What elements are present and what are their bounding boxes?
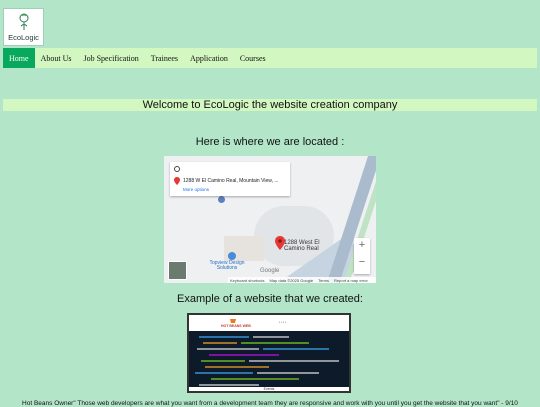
example-heading: Example of a website that we created: [177, 293, 363, 305]
example-site-nav: ▪ ▪ ▪ ▪ [279, 320, 286, 324]
terms-link[interactable]: Terms [318, 278, 329, 283]
testimonial-quote: Hot Beans Owner" Those web developers ar… [22, 400, 518, 407]
example-site-brand: HOT BEANS WEB [221, 324, 251, 328]
nav-courses[interactable]: Courses [234, 48, 272, 68]
example-site-footer: Events [189, 387, 349, 391]
example-site-header: HOT BEANS WEB ▪ ▪ ▪ ▪ [189, 315, 349, 331]
zoom-in-button[interactable]: + [354, 239, 370, 251]
keyboard-shortcuts-link[interactable]: Keyboard shortcuts [230, 278, 264, 283]
business-poi-icon[interactable] [228, 252, 236, 260]
welcome-banner: Welcome to EcoLogic the website creation… [3, 99, 537, 111]
nav-home[interactable]: Home [3, 48, 35, 68]
map-data-text: Map data ©2025 Google [269, 277, 314, 283]
map-address: 1288 W El Camino Real, Mountain View, ..… [183, 178, 279, 184]
nav-about-us[interactable]: About Us [35, 48, 78, 68]
nav-application[interactable]: Application [184, 48, 234, 68]
main-nav: Home About Us Job Specification Trainees… [3, 48, 537, 68]
example-site-logo-icon [230, 319, 236, 323]
map-poi-icon[interactable] [218, 196, 225, 203]
example-website-screenshot: HOT BEANS WEB ▪ ▪ ▪ ▪ Events [187, 313, 351, 393]
zoom-out-button[interactable]: − [354, 256, 370, 268]
poi-label[interactable]: Topview Design Solutions [202, 261, 252, 271]
map-info-card: 1288 W El Camino Real, Mountain View, ..… [170, 162, 290, 196]
logo[interactable]: EcoLogic [3, 8, 44, 46]
more-options-link[interactable]: More options [183, 187, 209, 192]
location-heading: Here is where we are located : [195, 136, 345, 148]
logo-text: EcoLogic [8, 33, 39, 42]
search-icon [174, 166, 180, 172]
google-logo: Google [260, 268, 280, 274]
map-pin-icon [174, 177, 180, 185]
report-error-link[interactable]: Report a map error [334, 278, 368, 283]
nav-trainees[interactable]: Trainees [145, 48, 184, 68]
code-screen-image [189, 331, 349, 387]
map-type-thumbnail[interactable] [168, 261, 187, 280]
pin-label: 1288 West El Camino Real [284, 240, 320, 252]
map-attribution: Keyboard shortcuts Map data ©2025 Google… [228, 277, 376, 283]
nav-job-specification[interactable]: Job Specification [77, 48, 144, 68]
embedded-map[interactable]: 1288 W El Camino Real, Mountain View, ..… [164, 156, 376, 283]
zoom-controls: + − [354, 238, 370, 274]
plant-bulb-icon [19, 13, 29, 30]
